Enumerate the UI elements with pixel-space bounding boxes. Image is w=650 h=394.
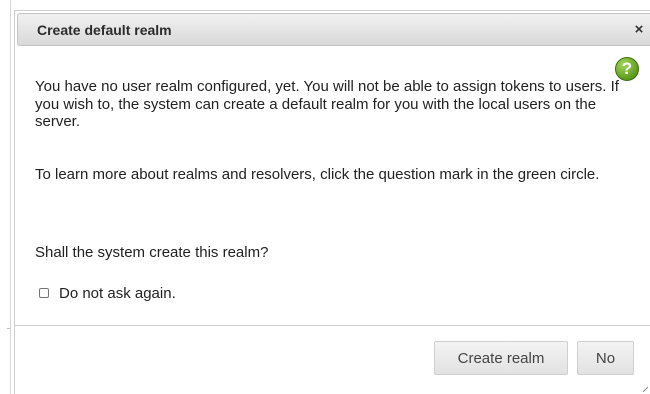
dialog-title: Create default realm [37,22,172,38]
create-realm-button[interactable]: Create realm [434,341,568,375]
page: Create default realm × ? You have no use… [0,0,650,394]
learn-more-paragraph: To learn more about realms and resolvers… [35,166,600,183]
question-paragraph: Shall the system create this realm? [35,244,269,261]
resize-grip-icon[interactable] [642,386,648,392]
intro-paragraph: You have no user realm configured, yet. … [35,78,619,130]
do-not-ask-again-checkbox[interactable] [39,288,49,298]
background-window-tick [7,328,10,329]
background-window-edge [10,0,11,394]
do-not-ask-again-row[interactable]: Do not ask again. [39,283,176,303]
create-default-realm-dialog: Create default realm × ? You have no use… [14,10,650,394]
do-not-ask-again-label[interactable]: Do not ask again. [59,285,176,302]
no-button[interactable]: No [577,341,634,375]
close-icon[interactable]: × [632,22,646,37]
dialog-titlebar[interactable]: Create default realm × [17,13,650,46]
footer-divider [15,325,650,326]
